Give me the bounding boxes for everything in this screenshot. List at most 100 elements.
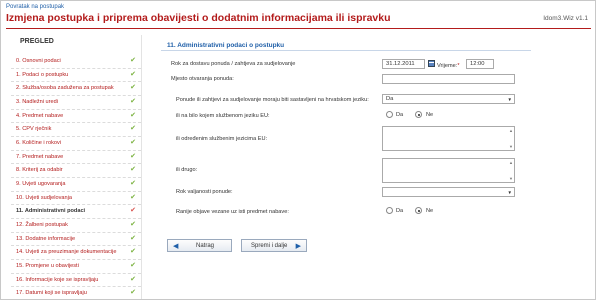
croatian-language-value: Da <box>386 96 394 102</box>
specific-eu-language-textarea[interactable]: ▲ ▼ <box>382 126 515 151</box>
checkmark-icon: ✔ <box>130 289 136 297</box>
validity-select[interactable]: ▼ <box>382 187 515 197</box>
scroll-up-icon[interactable]: ▲ <box>509 160 513 165</box>
sidebar-item[interactable]: 15. Promjene u obavijesti ✔ <box>11 260 141 274</box>
arrow-left-icon: ◀ <box>173 243 179 250</box>
sidebar-item-label: 7. Predmet nabave <box>16 153 64 160</box>
sidebar-item-label: 12. Žalbeni postupak <box>16 221 68 228</box>
checkmark-icon: ✔ <box>130 138 136 146</box>
sidebar-item-label: 4. Predmet nabave <box>16 112 64 119</box>
sidebar-item[interactable]: 16. Informacije koje se ispravljaju ✔ <box>11 274 141 288</box>
sidebar-item-label: 9. Uvjeti ugovaranja <box>16 180 66 187</box>
sidebar-title: PREGLED <box>20 38 54 45</box>
back-to-procedure-link[interactable]: Povratak na postupak <box>6 4 64 10</box>
sidebar: PREGLED 0. Osnovni podaci ✔ 1. Podaci o po… <box>6 35 142 299</box>
sidebar-item[interactable]: 7. Predmet nabave ✔ <box>11 151 141 165</box>
checkmark-icon: ✔ <box>130 261 136 269</box>
sidebar-item[interactable]: 8. Kriterij za odabir ✔ <box>11 164 141 178</box>
sidebar-item[interactable]: 13. Dodatne informacije ✔ <box>11 233 141 247</box>
wizard-window: Povratak na postupak Izmjena postupka i … <box>0 0 596 300</box>
sidebar-item-label: 8. Kriterij za odabir <box>16 167 63 174</box>
sidebar-item[interactable]: 2. Služba/osoba zadužena za postupak ✔ <box>11 82 141 96</box>
sidebar-item[interactable]: 12. Žalbeni postupak ✔ <box>11 219 141 233</box>
save-and-next-button[interactable]: Spremi i dalje ▶ <box>241 239 307 252</box>
croatian-language-label: Ponude ili zahtjevi za sudjelovanje mora… <box>176 97 369 103</box>
sidebar-item[interactable]: 14. Uvjeti za preuzimanje dokumentacije ✔ <box>11 246 141 260</box>
checkmark-icon: ✔ <box>130 275 136 283</box>
chevron-down-icon: ▼ <box>507 97 512 102</box>
chevron-down-icon: ▼ <box>507 190 512 195</box>
checkmark-icon: ✔ <box>130 84 136 92</box>
prior-notices-yes-label: Da <box>396 208 404 214</box>
section-divider <box>161 50 531 51</box>
prior-notices-no-radio[interactable] <box>415 207 422 214</box>
sidebar-list: 0. Osnovni podaci ✔ 1. Podaci o postupku ✔ 2… <box>11 55 141 299</box>
sidebar-item-label: 11. Administrativni podaci <box>16 208 86 215</box>
sidebar-item-label: 15. Promjene u obavijesti <box>16 262 79 269</box>
any-eu-language-label: ili na bilo kojem službenom jeziku EU: <box>176 113 270 119</box>
calendar-icon[interactable] <box>428 60 435 67</box>
sidebar-item[interactable]: 3. Nadležni uredi ✔ <box>11 96 141 110</box>
checkmark-icon: ✔ <box>130 166 136 174</box>
sidebar-item-label: 17. Datumi koji se ispravljaju <box>16 290 87 297</box>
sidebar-item[interactable]: 5. CPV rječnik ✔ <box>11 123 141 137</box>
sidebar-item[interactable]: 9. Uvjeti ugovaranja ✔ <box>11 178 141 192</box>
checkmark-icon: ✔ <box>130 220 136 228</box>
sidebar-item-label: 1. Podaci o postupku <box>16 71 69 78</box>
any-eu-language-no-radio[interactable] <box>415 111 422 118</box>
header-divider <box>6 28 591 29</box>
checkmark-icon: ✔ <box>130 111 136 119</box>
save-and-next-label: Spremi i dalje <box>251 243 288 249</box>
checkmark-icon: ✔ <box>130 152 136 160</box>
sidebar-item-label: 6. Količine i rokovi <box>16 139 62 146</box>
checkmark-icon: ✔ <box>130 193 136 201</box>
any-eu-language-yes-radio[interactable] <box>386 111 393 118</box>
sidebar-item-label: 13. Dodatne informacije <box>16 235 76 242</box>
specific-eu-language-label: ili određenim službenim jezicima EU: <box>176 136 268 142</box>
sidebar-item-label: 3. Nadležni uredi <box>16 98 58 105</box>
back-button[interactable]: ◀ Natrag <box>167 239 232 252</box>
page-title: Izmjena postupka i priprema obavijesti o… <box>6 12 391 24</box>
version-label: Idom3.Wiz v1.1 <box>543 15 588 22</box>
checkmark-icon: ✔ <box>130 179 136 187</box>
sidebar-item-label: 2. Služba/osoba zadužena za postupak <box>16 85 114 92</box>
deadline-label: Rok za dostavu ponuda / zahtjeva za sudj… <box>171 61 296 67</box>
scroll-down-icon[interactable]: ▼ <box>509 144 513 149</box>
time-label-text: Vrijeme: <box>437 63 458 69</box>
sidebar-item[interactable]: 4. Predmet nabave ✔ <box>11 110 141 124</box>
opening-place-input[interactable] <box>382 74 515 84</box>
required-marker: * <box>457 63 460 69</box>
deadline-date-input[interactable]: 31.12.2011 <box>382 59 425 69</box>
time-label: Vrijeme:* <box>437 63 460 69</box>
sidebar-item-label: 16. Informacije koje se ispravljaju <box>16 276 99 283</box>
sidebar-item-label: 0. Osnovni podaci <box>16 58 61 64</box>
deadline-time-input[interactable]: 12:00 <box>466 59 494 69</box>
back-button-label: Natrag <box>196 243 215 249</box>
sidebar-item[interactable]: 17. Datumi koji se ispravljaju ✔ <box>11 287 141 299</box>
checkmark-icon: ✔ <box>130 57 136 64</box>
opening-place-label: Mjesto otvaranja ponuda: <box>171 76 234 82</box>
checkmark-icon: ✔ <box>130 125 136 133</box>
prior-notices-label: Ranije objave vezane uz isti predmet nab… <box>176 209 289 215</box>
section-title: 11. Administrativni podaci o postupku <box>167 42 285 49</box>
sidebar-item-label: 14. Uvjeti za preuzimanje dokumentacije <box>16 249 117 256</box>
sidebar-item[interactable]: 1. Podaci o postupku ✔ <box>11 69 141 83</box>
checkmark-icon: ✔ <box>130 234 136 242</box>
sidebar-item[interactable]: 11. Administrativni podaci ✔ <box>11 205 141 219</box>
sidebar-item-label: 5. CPV rječnik <box>16 126 52 133</box>
sidebar-item[interactable]: 10. Uvjeti sudjelovanja ✔ <box>11 192 141 206</box>
checkmark-icon: ✔ <box>130 70 136 78</box>
checkmark-icon: ✔ <box>130 97 136 105</box>
other-language-textarea[interactable]: ▲ ▼ <box>382 158 515 183</box>
sidebar-item[interactable]: 6. Količine i rokovi ✔ <box>11 137 141 151</box>
croatian-language-select[interactable]: Da ▼ <box>382 94 515 104</box>
sidebar-item[interactable]: 0. Osnovni podaci ✔ <box>11 55 141 69</box>
scroll-down-icon[interactable]: ▼ <box>509 176 513 181</box>
other-language-label: ili drugo: <box>176 167 198 173</box>
checkmark-icon: ✔ <box>130 207 136 215</box>
prior-notices-yes-radio[interactable] <box>386 207 393 214</box>
checkmark-icon: ✔ <box>130 248 136 256</box>
any-eu-language-yes-label: Da <box>396 112 404 118</box>
any-eu-language-no-label: Ne <box>426 112 434 118</box>
scroll-up-icon[interactable]: ▲ <box>509 128 513 133</box>
